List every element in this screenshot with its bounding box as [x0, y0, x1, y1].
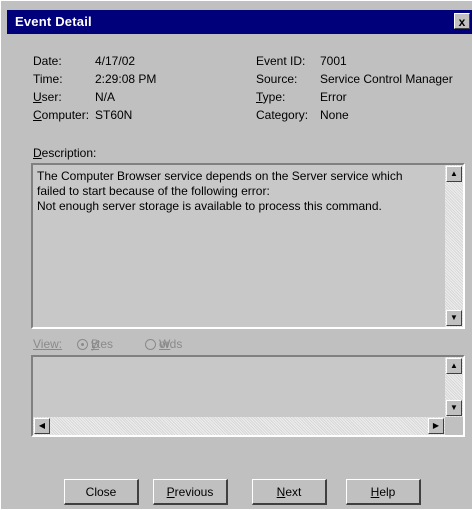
scrollbar-corner [445, 417, 463, 435]
up-arrow-icon[interactable]: ▲ [446, 166, 462, 182]
user-value: N/A [95, 90, 116, 104]
help-button[interactable]: Help [346, 479, 421, 505]
event-id-value: 7001 [320, 54, 347, 68]
title-bar[interactable]: Event Detail x [7, 10, 472, 34]
down-arrow-icon[interactable]: ▼ [446, 400, 462, 416]
time-value: 2:29:08 PM [95, 72, 157, 86]
previous-button[interactable]: Previous [153, 479, 228, 505]
time-label: Time: [33, 72, 63, 86]
data-vertical-scrollbar[interactable]: ▲ ▼ [445, 357, 463, 417]
date-value: 4/17/02 [95, 54, 136, 68]
type-value: Error [320, 90, 347, 104]
user-label: User: [33, 90, 62, 104]
close-icon[interactable]: x [454, 13, 470, 29]
down-arrow-icon[interactable]: ▼ [446, 310, 462, 326]
left-arrow-icon[interactable]: ◀ [34, 418, 50, 434]
description-label: Description: [33, 146, 97, 160]
description-text: The Computer Browser service depends on … [37, 169, 403, 213]
description-scrollbar[interactable]: ▲ ▼ [445, 165, 463, 327]
category-value: None [320, 108, 349, 122]
event-id-label: Event ID: [256, 54, 306, 68]
close-button[interactable]: Close [64, 479, 139, 505]
next-button[interactable]: Next [252, 479, 327, 505]
window-title: Event Detail [15, 14, 92, 29]
computer-value: ST60N [95, 108, 133, 122]
date-label: Date: [33, 54, 62, 68]
description-textbox[interactable]: The Computer Browser service depends on … [31, 163, 465, 329]
data-horizontal-scrollbar[interactable]: ◀ ▶ [33, 417, 445, 435]
source-value: Service Control Manager [320, 72, 453, 86]
up-arrow-icon[interactable]: ▲ [446, 358, 462, 374]
event-detail-window: Event Detail x Date: 4/17/02 Time: 2:29:… [0, 0, 473, 510]
right-arrow-icon[interactable]: ▶ [428, 418, 444, 434]
category-label: Category: [256, 108, 309, 122]
type-label: Type: [256, 90, 286, 104]
bytes-radio[interactable] [77, 339, 88, 350]
view-label: View: [33, 337, 63, 351]
source-label: Source: [256, 72, 298, 86]
computer-label: Computer: [33, 108, 90, 122]
data-textbox[interactable]: ▲ ▼ ◀ ▶ [31, 355, 465, 437]
words-radio[interactable] [145, 339, 156, 350]
